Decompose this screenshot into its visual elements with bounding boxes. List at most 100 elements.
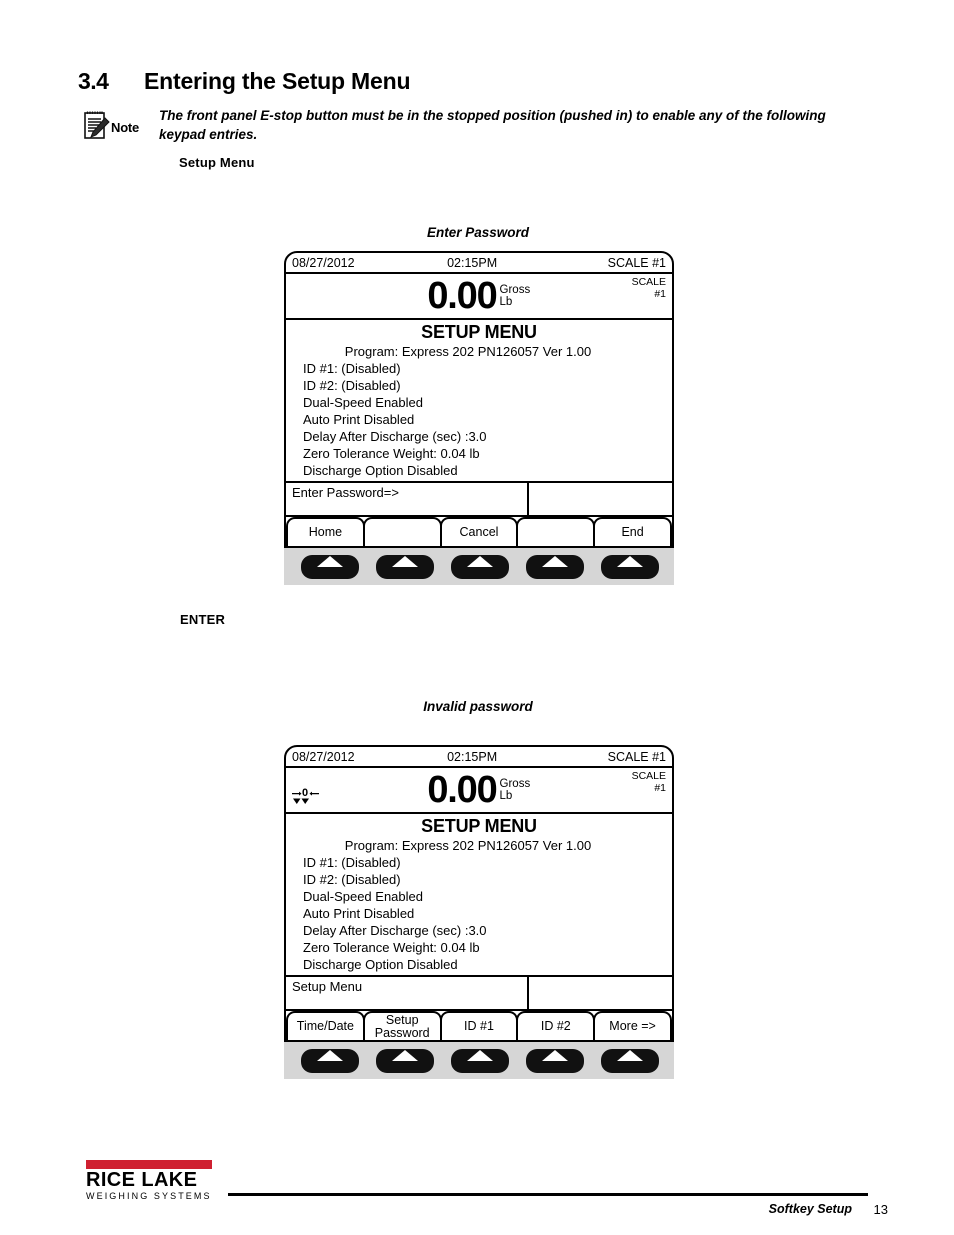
panel1-caption: Enter Password (426, 225, 530, 240)
panel2-weight-mode: Gross (499, 777, 531, 790)
panel2-body-line: Dual-Speed Enabled (303, 889, 423, 904)
panel1-prompt-row: Enter Password=> (286, 483, 672, 517)
panel2-weight-row: 0 0.00 Gross Lb SCALE #1 (286, 768, 672, 814)
panel2-body-subtitle: Program: Express 202 PN126057 Ver 1.00 (344, 838, 592, 853)
panel2-weight-units: Gross Lb (500, 778, 531, 803)
note-text: The front panel E-stop button must be in… (159, 106, 871, 144)
panel1-body-line: ID #1: (Disabled) (303, 361, 401, 376)
panel1-softkey-1[interactable]: Home (286, 517, 365, 546)
panel2-weight-value: 0.00 (427, 769, 497, 811)
panel2-body: SETUP MENU Program: Express 202 PN126057… (286, 814, 672, 977)
page-title: Entering the Setup Menu (144, 68, 411, 94)
panel2-body-title: SETUP MENU (421, 816, 537, 836)
panel2-body-line: Auto Print Disabled (303, 906, 415, 921)
note-icon (84, 110, 110, 140)
panel1-body-line: Delay After Discharge (sec) :3.0 (303, 429, 487, 444)
flow-label-setup-menu: Setup Menu (179, 155, 255, 170)
logo-subtitle: WEIGHING SYSTEMS (86, 1191, 212, 1201)
panel1-status-bar: 08/27/2012 02:15PM SCALE #1 (286, 253, 672, 274)
note-label: Note (111, 120, 140, 135)
panel2-softkey-id1[interactable]: ID #1 (439, 1011, 519, 1040)
panel2-hardkey-5[interactable] (601, 1048, 660, 1073)
panel1-weight-value: 0.00 (427, 275, 497, 317)
indicator-display-panel-1: 08/27/2012 02:15PM SCALE #1 0.00 Gross L… (284, 251, 674, 585)
logo-red-bar (86, 1160, 212, 1169)
panel2-hardkey-4[interactable] (526, 1048, 585, 1073)
note-line-1: The front panel E-stop button must be in… (159, 108, 826, 123)
panel1-softkey-5[interactable]: End (593, 517, 672, 546)
panel2-softkey-id2[interactable]: ID #2 (516, 1011, 596, 1040)
panel1-prompt-right-cell (529, 483, 672, 515)
footer-page-number: 13 (873, 1202, 888, 1217)
note-line-2: keypad entries. (159, 127, 258, 142)
panel2-time: 02:15PM (447, 749, 498, 764)
svg-text:0: 0 (302, 787, 308, 799)
panel1-body-line: Auto Print Disabled (303, 412, 415, 427)
panel2-weight-group: 0.00 Gross Lb (292, 771, 632, 809)
panel1-prompt-text: Enter Password=> (286, 483, 530, 515)
panel1-keypad (284, 548, 674, 585)
panel1-hardkey-3[interactable] (450, 554, 509, 579)
panel2-scale-corner: SCALE #1 (632, 768, 666, 794)
panel2-body-line: Delay After Discharge (sec) :3.0 (303, 923, 487, 938)
panel1-scale-id: SCALE #1 (607, 255, 666, 270)
panel1-weight-unit: Lb (499, 296, 513, 308)
panel1-body-subtitle: Program: Express 202 PN126057 Ver 1.00 (344, 344, 592, 359)
panel1-softkey-4[interactable] (516, 517, 596, 546)
panel1-body-line: Discharge Option Disabled (303, 463, 458, 478)
panel2-body-line: ID #1: (Disabled) (303, 855, 401, 870)
panel2-status-bar: 08/27/2012 02:15PM SCALE #1 (286, 747, 672, 768)
panel2-hardkey-2[interactable] (375, 1048, 434, 1073)
panel1-time: 02:15PM (447, 255, 498, 270)
section-heading: 3.4 Entering the Setup Menu (78, 68, 878, 95)
panel2-keypad (284, 1042, 674, 1079)
panel1-body-line: ID #2: (Disabled) (303, 378, 401, 393)
panel1-body-title: SETUP MENU (421, 322, 537, 342)
logo-name: RICE LAKE (86, 1169, 198, 1191)
panel1-hardkey-5[interactable] (601, 554, 660, 579)
indicator-display-panel-2: 08/27/2012 02:15PM SCALE #1 0 0.00 Gross… (284, 745, 674, 1079)
panel2-body-line: ID #2: (Disabled) (303, 872, 401, 887)
panel1-weight-group: 0.00 Gross Lb (292, 277, 632, 315)
panel1-softkey-row: Home Cancel End (286, 517, 672, 546)
panel1-body-line: Dual-Speed Enabled (303, 395, 423, 410)
panel2-softkey-time-date[interactable]: Time/Date (286, 1011, 365, 1040)
panel2-scale-corner-line2: #1 (654, 782, 666, 794)
panel2-body-line: Zero Tolerance Weight: 0.04 lb (303, 940, 480, 955)
panel2-prompt-text: Setup Menu (286, 977, 530, 1009)
panel2-date: 08/27/2012 (292, 749, 355, 764)
panel1-weight-row: 0.00 Gross Lb SCALE #1 (286, 274, 672, 320)
panel1-weight-units: Gross Lb (500, 284, 531, 309)
footer-divider (228, 1193, 868, 1196)
panel2-hardkey-3[interactable] (450, 1048, 509, 1073)
footer-section-name: Softkey Setup (768, 1202, 852, 1216)
panel1-hardkey-1[interactable] (300, 554, 359, 579)
panel1-weight-mode: Gross (499, 283, 531, 296)
section-number: 3.4 (78, 68, 109, 94)
panel2-body-line: Discharge Option Disabled (303, 957, 458, 972)
panel1-hardkey-4[interactable] (526, 554, 585, 579)
panel2-hardkey-1[interactable] (300, 1048, 359, 1073)
panel1-date: 08/27/2012 (292, 255, 355, 270)
panel2-softkey-row: Time/Date Setup Password ID #1 ID #2 Mor… (286, 1011, 672, 1040)
panel1-hardkey-2[interactable] (375, 554, 434, 579)
panel2-prompt-right-cell (529, 977, 672, 1009)
panel2-softkey-setup-password[interactable]: Setup Password (362, 1011, 442, 1040)
panel1-scale-corner: SCALE #1 (632, 274, 666, 300)
panel2-softkey-more[interactable]: More => (593, 1011, 672, 1040)
panel2-screen: 08/27/2012 02:15PM SCALE #1 0 0.00 Gross… (284, 745, 674, 1042)
page-footer: RICE LAKE WEIGHING SYSTEMS Softkey Setup… (0, 1160, 954, 1220)
panel2-scale-corner-line1: SCALE (631, 770, 666, 782)
panel1-body: SETUP MENU Program: Express 202 PN126057… (286, 320, 672, 483)
panel2-scale-id: SCALE #1 (607, 749, 666, 764)
panel2-caption: Invalid password (423, 699, 533, 714)
panel1-softkey-2[interactable] (362, 517, 442, 546)
panel1-softkey-3[interactable]: Cancel (439, 517, 519, 546)
rice-lake-logo: RICE LAKE WEIGHING SYSTEMS (86, 1160, 226, 1202)
panel1-scale-corner-line1: SCALE (631, 276, 666, 288)
panel2-weight-unit: Lb (499, 790, 513, 802)
panel1-body-line: Zero Tolerance Weight: 0.04 lb (303, 446, 480, 461)
panel2-prompt-row: Setup Menu (286, 977, 672, 1011)
flow-label-enter: ENTER (180, 612, 226, 627)
center-of-zero-icon: 0 (291, 786, 321, 806)
